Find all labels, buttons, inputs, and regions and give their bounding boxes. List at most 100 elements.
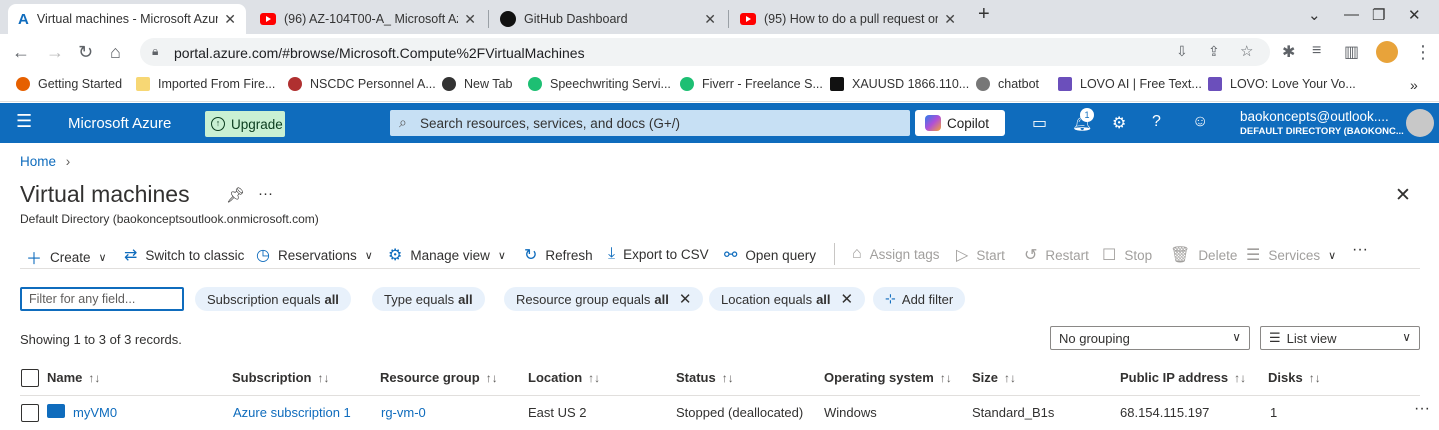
new-tab-button[interactable]: + [978,3,990,26]
azure-brand[interactable]: Microsoft Azure [68,115,171,132]
filter-pill-subscription[interactable]: Subscription equals all [195,287,351,311]
bookmark-item[interactable]: XAUUSD 1866.110... [830,77,969,91]
bookmark-item[interactable]: New Tab [442,77,512,91]
global-search-input[interactable]: ⌕ Search resources, services, and docs (… [390,110,910,136]
forward-icon[interactable]: → [46,42,64,63]
restart-button[interactable]: ↺ Restart [1024,245,1089,265]
window-close-icon[interactable]: ✕ [1408,6,1421,24]
menu-kebab-icon[interactable]: ⋮ [1414,42,1432,63]
copilot-button[interactable]: Copilot [915,110,1005,136]
column-label: Size [972,370,999,385]
account-menu[interactable]: baokoncepts@outlook.... DEFAULT DIRECTOR… [1240,109,1404,137]
column-header-subscription[interactable]: Subscription ↑↓ [232,370,329,385]
delete-button[interactable]: 🗑︎ Delete [1170,245,1237,265]
profile-avatar[interactable] [1376,41,1398,63]
close-tab-icon[interactable]: ✕ [464,11,476,28]
bookmark-item[interactable]: chatbot [976,77,1039,91]
home-icon[interactable]: ⌂ [110,42,121,63]
hamburger-menu-icon[interactable]: ☰ [16,111,32,132]
reservations-button[interactable]: ◷ Reservations ∨ [256,245,373,265]
feedback-icon[interactable]: ☺ [1192,113,1208,131]
side-panel-icon[interactable]: ▥ [1344,42,1359,62]
breadcrumb-home-link[interactable]: Home [20,154,56,169]
stop-button[interactable]: ☐ Stop [1102,245,1152,265]
minimize-icon[interactable]: — [1344,6,1359,23]
bookmark-item[interactable]: Speechwriting Servi... [528,77,671,91]
filter-label: Location equals [721,291,813,307]
services-label: Services [1268,247,1321,263]
column-header-name[interactable]: Name ↑↓ [47,370,100,385]
back-icon[interactable]: ← [12,42,30,63]
refresh-button[interactable]: ↻ Refresh [524,245,593,265]
close-tab-icon[interactable]: ✕ [704,11,716,28]
subscription-link[interactable]: Azure subscription 1 [233,405,351,420]
close-tab-icon[interactable]: ✕ [224,11,236,28]
vm-name-link[interactable]: myVM0 [73,405,117,420]
create-button[interactable]: ＋ Create ∨ [26,245,107,269]
bookmark-item[interactable]: NSCDC Personnel A... [288,77,436,91]
resource-group-link[interactable]: rg-vm-0 [381,405,426,420]
browser-tab-youtube-pr[interactable]: (95) How to do a pull request on ✕ [730,4,966,34]
filter-pill-type[interactable]: Type equals all [372,287,485,311]
help-icon[interactable]: ? [1152,113,1161,131]
filter-pill-location[interactable]: Location equals all ✕ [709,287,866,311]
remove-filter-icon[interactable]: ✕ [679,290,692,308]
more-options-icon[interactable]: ··· [258,185,273,202]
restore-icon[interactable]: ❐ [1372,6,1385,24]
column-header-size[interactable]: Size ↑↓ [972,370,1016,385]
column-header-location[interactable]: Location ↑↓ [528,370,600,385]
bookmark-item[interactable]: Fiverr - Freelance S... [680,77,823,91]
start-button[interactable]: ▷ Start [956,245,1005,265]
assign-tags-button[interactable]: ⌂ Assign tags [852,245,939,263]
view-dropdown[interactable]: ☰ List view ∨ [1260,326,1420,350]
media-icon[interactable]: ≡ [1312,42,1321,60]
services-button[interactable]: ☰ Services ∨ [1246,245,1336,265]
column-header-public-ip[interactable]: Public IP address ↑↓ [1120,370,1246,385]
switch-classic-button[interactable]: ⇄ Switch to classic [124,245,244,265]
grouping-dropdown[interactable]: No grouping ∨ [1050,326,1250,350]
pin-icon[interactable]: 📌︎ [226,186,245,204]
column-label: Public IP address [1120,370,1229,385]
location-cell: East US 2 [528,405,587,420]
share-icon[interactable]: ⇪ [1208,43,1220,60]
browser-tab-youtube-az104[interactable]: (96) AZ-104T00-A_ Microsoft Azure ✕ [250,4,486,34]
row-more-options-icon[interactable]: ··· [1414,400,1430,418]
bookmark-item[interactable]: LOVO: Love Your Vo... [1208,77,1356,91]
column-header-resource-group[interactable]: Resource group ↑↓ [380,370,498,385]
upgrade-button[interactable]: ↑ Upgrade [205,111,285,137]
add-filter-button[interactable]: ⊹ Add filter [873,287,966,311]
column-header-status[interactable]: Status ↑↓ [676,370,734,385]
more-commands-icon[interactable]: ··· [1352,241,1368,259]
filter-pill-resource-group[interactable]: Resource group equals all ✕ [504,287,704,311]
export-csv-button[interactable]: ⤓ Export to CSV [608,245,709,263]
column-header-disks[interactable]: Disks ↑↓ [1268,370,1321,385]
column-label: Name [47,370,83,385]
browser-tab-azure[interactable]: A Virtual machines - Microsoft Azure ✕ [8,4,246,34]
firefox-icon [16,77,30,91]
row-checkbox[interactable] [21,404,39,422]
open-query-button[interactable]: ⚯ Open query [724,245,816,265]
settings-gear-icon[interactable]: ⚙ [1112,113,1126,133]
page-subtitle: Default Directory (baokonceptsoutlook.on… [20,212,319,226]
address-bar[interactable]: 🔒︎ portal.azure.com/#browse/Microsoft.Co… [140,38,1270,66]
extensions-icon[interactable]: ✱ [1282,42,1295,62]
browser-tab-github[interactable]: GitHub Dashboard ✕ [490,4,726,34]
url-text[interactable]: portal.azure.com/#browse/Microsoft.Compu… [174,45,585,61]
tab-search-icon[interactable]: ⌄ [1308,6,1321,24]
manage-view-button[interactable]: ⚙ Manage view ∨ [388,245,506,265]
close-tab-icon[interactable]: ✕ [944,11,956,28]
more-bookmarks-icon[interactable]: » [1410,77,1418,93]
reload-icon[interactable]: ↻ [78,42,93,63]
install-app-icon[interactable]: ⇩ [1176,43,1188,60]
bookmark-item[interactable]: Imported From Fire... [136,77,275,91]
bookmark-star-icon[interactable]: ☆ [1240,42,1253,60]
select-all-checkbox[interactable] [21,369,39,387]
filter-input[interactable]: Filter for any field... [20,287,184,311]
column-header-os[interactable]: Operating system ↑↓ [824,370,952,385]
bookmark-item[interactable]: Getting Started [16,77,122,91]
close-blade-icon[interactable]: ✕ [1395,184,1411,207]
bookmark-item[interactable]: LOVO AI | Free Text... [1058,77,1202,91]
user-avatar[interactable] [1406,109,1434,137]
remove-filter-icon[interactable]: ✕ [841,290,854,308]
cloud-shell-icon[interactable]: ▭ [1032,113,1047,133]
